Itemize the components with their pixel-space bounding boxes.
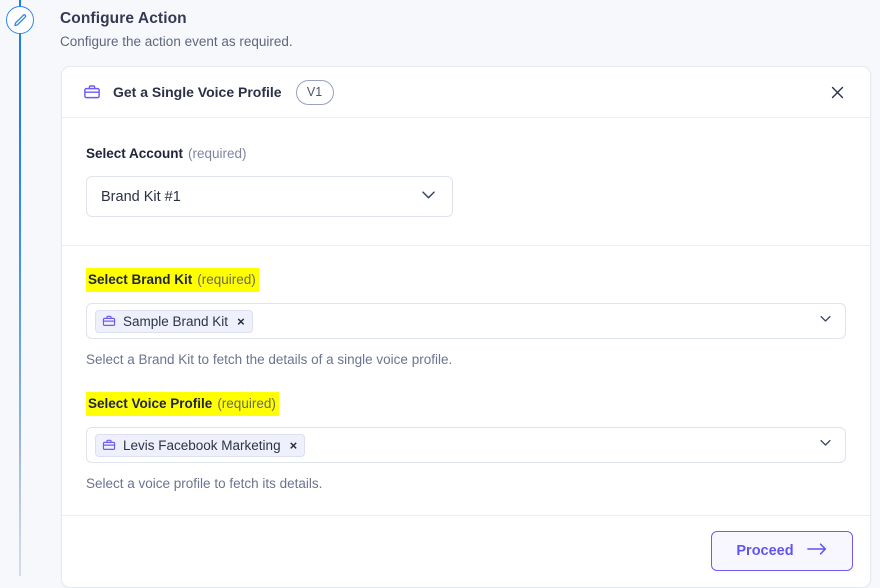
select-brand-kit-field[interactable]: Sample Brand Kit ×: [86, 303, 846, 339]
field-spacer: [86, 369, 846, 392]
select-voice-profile-field[interactable]: Levis Facebook Marketing ×: [86, 427, 846, 463]
timeline-line: [19, 0, 21, 576]
brand-kit-chip-label: Sample Brand Kit: [123, 313, 229, 329]
close-icon[interactable]: [824, 79, 850, 105]
proceed-button[interactable]: Proceed: [711, 531, 853, 571]
page-subtitle: Configure the action event as required.: [60, 34, 293, 49]
chevron-down-icon: [419, 185, 438, 209]
arrow-right-icon: [806, 542, 828, 560]
card-title: Get a Single Voice Profile: [113, 84, 282, 100]
voice-profile-chip[interactable]: Levis Facebook Marketing ×: [95, 433, 306, 457]
proceed-button-label: Proceed: [736, 543, 794, 559]
fields-section: Select Brand Kit (required) Sample Brand …: [62, 246, 870, 516]
briefcase-icon: [102, 314, 116, 328]
select-account-label-text: Select Account: [86, 146, 184, 161]
briefcase-icon: [83, 83, 101, 101]
page-heading-block: Configure Action Configure the action ev…: [60, 8, 293, 52]
chevron-down-icon: [818, 435, 833, 455]
select-voice-profile-label-text: Select Voice Profile: [88, 396, 213, 411]
voice-profile-chip-label: Levis Facebook Marketing: [123, 437, 281, 453]
select-voice-profile-label: Select Voice Profile (required): [86, 392, 279, 416]
pencil-edit-icon: [13, 13, 28, 28]
card-header: Get a Single Voice Profile V1: [62, 67, 870, 118]
timeline-step-node[interactable]: [6, 6, 34, 34]
version-badge: V1: [295, 79, 334, 105]
select-account-dropdown[interactable]: Brand Kit #1: [86, 176, 453, 217]
brand-kit-chip[interactable]: Sample Brand Kit ×: [95, 309, 253, 333]
select-account-required-text: (required): [188, 146, 247, 161]
chevron-down-icon: [818, 311, 833, 331]
voice-profile-helper-text: Select a voice profile to fetch its deta…: [86, 476, 323, 491]
select-brand-kit-required-text: (required): [197, 272, 256, 287]
step-timeline-rail: [0, 0, 40, 576]
configure-action-card: Get a Single Voice Profile V1 Select Acc…: [61, 66, 871, 588]
page-title: Configure Action: [60, 10, 187, 27]
select-brand-kit-label: Select Brand Kit (required): [86, 268, 259, 292]
select-account-label: Select Account (required): [86, 144, 247, 163]
brand-kit-helper-text: Select a Brand Kit to fetch the details …: [86, 352, 453, 367]
remove-voice-profile-chip-icon[interactable]: ×: [290, 439, 298, 452]
remove-brand-kit-chip-icon[interactable]: ×: [237, 315, 245, 328]
select-voice-profile-required-text: (required): [217, 396, 276, 411]
select-account-value: Brand Kit #1: [101, 188, 181, 205]
briefcase-icon: [102, 438, 116, 452]
select-brand-kit-label-text: Select Brand Kit: [88, 272, 193, 287]
select-account-section: Select Account (required) Brand Kit #1: [62, 118, 870, 246]
card-footer: Proceed: [62, 516, 870, 587]
